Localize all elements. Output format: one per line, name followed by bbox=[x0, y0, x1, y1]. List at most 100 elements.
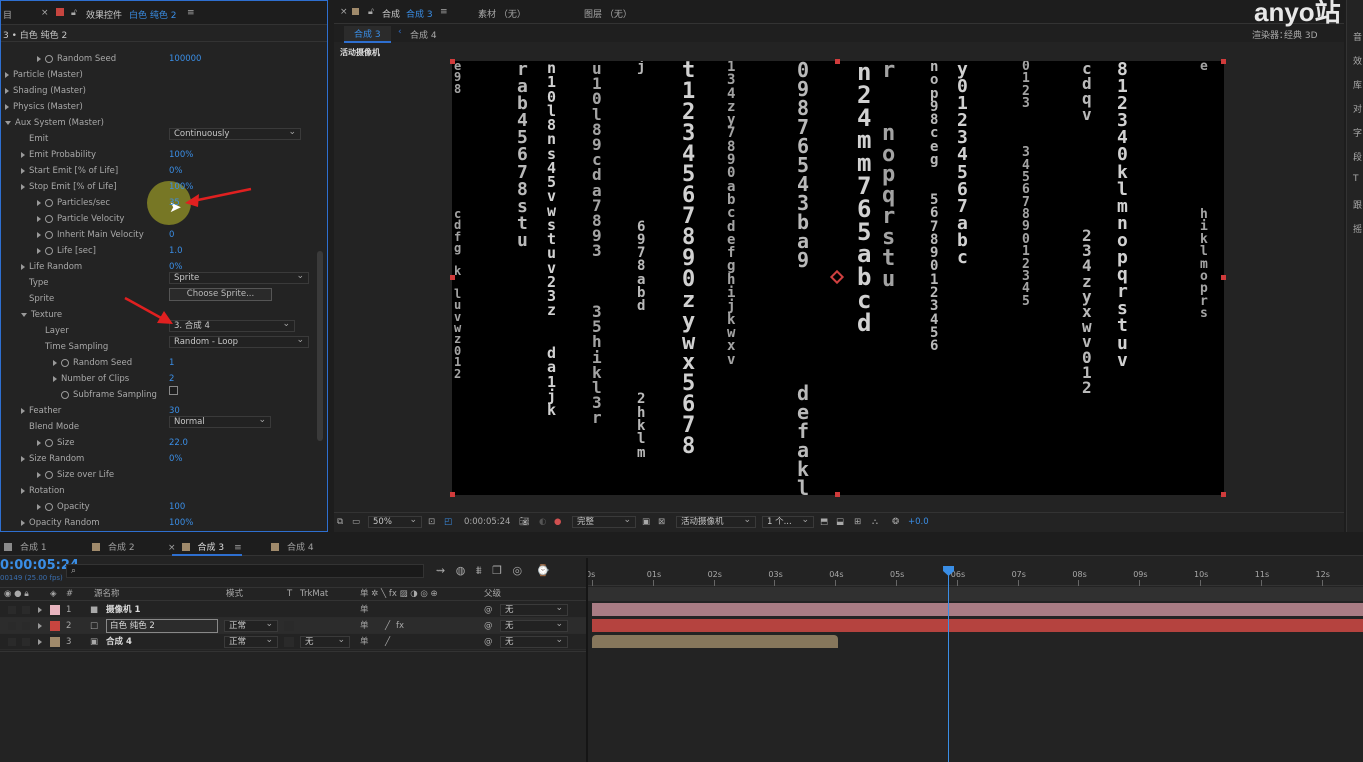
property-value[interactable]: 0% bbox=[169, 163, 183, 179]
effect-property-row[interactable]: Particles/sec 35 bbox=[1, 195, 327, 211]
layer-handle[interactable] bbox=[835, 492, 840, 497]
fit-icon[interactable]: ⊡ bbox=[428, 513, 435, 531]
effect-property-row[interactable]: Physics (Master) bbox=[1, 99, 327, 115]
layer-handle[interactable] bbox=[450, 275, 455, 280]
shy-switch-icon[interactable]: 单 bbox=[360, 618, 369, 634]
pickwhip-icon[interactable]: @ bbox=[484, 602, 493, 618]
stopwatch-icon[interactable] bbox=[45, 214, 53, 223]
viewer-tab-comp-prefix[interactable]: 合成 bbox=[382, 7, 400, 20]
expand-triangle-icon[interactable] bbox=[21, 312, 27, 317]
layer-handle[interactable] bbox=[1221, 59, 1226, 64]
parent-dropdown[interactable]: 无 bbox=[500, 619, 568, 632]
expand-triangle-icon[interactable] bbox=[37, 215, 41, 222]
effect-property-row[interactable]: Aux System (Master) bbox=[1, 115, 327, 131]
layer-row[interactable]: 1 ■ 摄像机 1 单 @ 无 bbox=[0, 602, 586, 618]
expand-triangle-icon[interactable] bbox=[37, 247, 41, 254]
fx-switch-icon[interactable]: fx bbox=[396, 618, 404, 634]
exposure-value[interactable]: +0.0 bbox=[908, 513, 929, 531]
expand-triangle-icon[interactable] bbox=[38, 602, 46, 618]
stopwatch-icon[interactable] bbox=[61, 358, 69, 367]
effect-property-row[interactable]: Particle (Master) bbox=[1, 67, 327, 83]
expand-triangle-icon[interactable] bbox=[5, 71, 9, 78]
lock-icon[interactable]: 🔓︎ bbox=[368, 7, 374, 17]
layer-duration-bar[interactable] bbox=[592, 619, 1363, 632]
layer-duration-bar[interactable] bbox=[592, 603, 1363, 616]
work-area-bar[interactable] bbox=[588, 587, 1363, 601]
layer-handle[interactable] bbox=[835, 59, 840, 64]
right-panel-tab[interactable]: 对 bbox=[1353, 102, 1362, 115]
viewer-tab-footage[interactable]: 素材 （无） bbox=[478, 7, 526, 20]
trkmat-dropdown[interactable]: 无 bbox=[300, 635, 350, 648]
roi-icon[interactable]: ▣ bbox=[642, 513, 650, 531]
property-value[interactable]: 2 bbox=[169, 371, 174, 387]
label-color-swatch[interactable] bbox=[50, 621, 60, 631]
effect-property-row[interactable]: Time Sampling bbox=[1, 339, 327, 355]
fast-preview-icon[interactable]: ⬓ bbox=[836, 513, 844, 531]
timeline-toolbar-icons[interactable]: ⇝ ◍ ⩩ ❐ ◎ ⌚ bbox=[436, 564, 550, 578]
stopwatch-icon[interactable] bbox=[61, 390, 69, 399]
effect-property-row[interactable]: Type bbox=[1, 275, 327, 291]
effect-property-row[interactable]: Emit bbox=[1, 131, 327, 147]
right-panel-tab[interactable]: 字 bbox=[1353, 126, 1362, 139]
resolution-dropdown[interactable]: 完整 bbox=[572, 515, 636, 528]
expand-triangle-icon[interactable] bbox=[37, 439, 41, 446]
effect-panel-tab-layer[interactable]: 白色 纯色 2 bbox=[129, 8, 176, 21]
property-value[interactable]: 100 bbox=[169, 499, 185, 515]
quality-switch-icon[interactable]: ╱ bbox=[385, 618, 390, 634]
color-channels-icon[interactable]: ● bbox=[554, 513, 561, 531]
label-color-swatch[interactable] bbox=[50, 637, 60, 647]
right-panel-tab[interactable]: T bbox=[1353, 174, 1359, 184]
expand-triangle-icon[interactable] bbox=[38, 618, 46, 634]
effect-property-row[interactable]: Feather 30 bbox=[1, 403, 327, 419]
effect-property-row[interactable]: Particle Velocity bbox=[1, 211, 327, 227]
effect-property-row[interactable]: Number of Clips 2 bbox=[1, 371, 327, 387]
viewer-tab-comp-name[interactable]: 合成 3 bbox=[406, 7, 433, 20]
property-value[interactable]: 0% bbox=[169, 451, 183, 467]
parent-dropdown[interactable]: 无 bbox=[500, 635, 568, 648]
expand-triangle-icon[interactable] bbox=[21, 455, 25, 462]
views-dropdown[interactable]: 1 个... bbox=[762, 515, 814, 528]
expand-triangle-icon[interactable] bbox=[21, 487, 25, 494]
layer-row[interactable]: 3▣合成 4正常无单╱@无 bbox=[0, 634, 586, 650]
panel-menu-icon[interactable]: ≡ bbox=[440, 7, 448, 17]
effect-property-row[interactable]: Shading (Master) bbox=[1, 83, 327, 99]
close-icon[interactable]: × bbox=[340, 7, 348, 17]
preserve-transparency-toggle[interactable] bbox=[284, 621, 294, 631]
effect-panel-tab-title[interactable]: 效果控件 bbox=[86, 8, 122, 21]
effect-property-row[interactable]: Layer bbox=[1, 323, 327, 339]
parent-dropdown[interactable]: 无 bbox=[500, 603, 568, 616]
stopwatch-icon[interactable] bbox=[45, 502, 53, 511]
lock-toggle[interactable] bbox=[22, 638, 30, 646]
layer-search-input[interactable]: ⌕ bbox=[66, 564, 424, 578]
property-value[interactable]: 1 bbox=[169, 355, 174, 371]
expand-triangle-icon[interactable] bbox=[38, 634, 46, 650]
stopwatch-icon[interactable] bbox=[45, 246, 53, 255]
expand-triangle-icon[interactable] bbox=[5, 120, 11, 125]
right-panel-tab[interactable]: 音 bbox=[1353, 30, 1362, 43]
expand-triangle-icon[interactable] bbox=[5, 87, 9, 94]
expand-triangle-icon[interactable] bbox=[21, 167, 25, 174]
panel-menu-icon[interactable]: ≡ bbox=[187, 8, 195, 18]
mode-dropdown[interactable]: 正常 bbox=[224, 635, 278, 648]
expand-triangle-icon[interactable] bbox=[21, 519, 25, 526]
playhead[interactable] bbox=[943, 566, 955, 762]
pickwhip-icon[interactable]: @ bbox=[484, 618, 493, 634]
layer-handle[interactable] bbox=[450, 492, 455, 497]
effect-property-row[interactable]: Opacity 100 bbox=[1, 499, 327, 515]
layer-duration-bar[interactable] bbox=[592, 635, 838, 648]
property-value[interactable]: 1.0 bbox=[169, 243, 183, 259]
layer-handle[interactable] bbox=[1221, 275, 1226, 280]
close-icon[interactable]: × bbox=[41, 8, 49, 18]
layer-row[interactable]: 2 □ 白色 纯色 2 正常 单 ╱ fx @ 无 bbox=[0, 618, 586, 634]
stopwatch-icon[interactable] bbox=[45, 198, 53, 207]
camera-snapshot-icon[interactable]: 📷︎ bbox=[519, 513, 530, 531]
quality-switch-icon[interactable]: ╱ bbox=[385, 634, 390, 650]
region-icon[interactable]: ◰ bbox=[444, 513, 452, 531]
expand-triangle-icon[interactable] bbox=[21, 151, 25, 158]
expand-triangle-icon[interactable] bbox=[5, 103, 9, 110]
effect-property-row[interactable]: Blend Mode bbox=[1, 419, 327, 435]
timeline-icon[interactable]: ⊞ bbox=[854, 513, 861, 531]
effect-property-row[interactable]: Rotation bbox=[1, 483, 327, 499]
effect-property-row[interactable]: Sprite bbox=[1, 291, 327, 307]
viewer-tab-layer[interactable]: 图层 （无） bbox=[584, 7, 632, 20]
